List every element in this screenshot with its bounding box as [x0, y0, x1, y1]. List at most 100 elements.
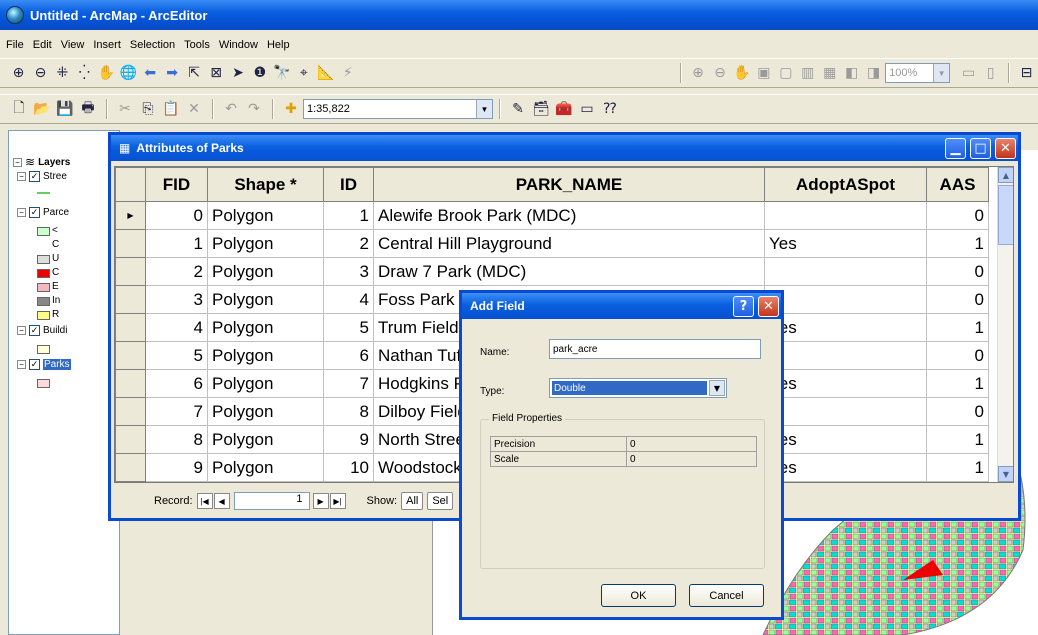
previous-record-icon[interactable]: ◀	[213, 493, 230, 509]
field-name-input[interactable]: park_acre	[549, 339, 761, 359]
cell-fid[interactable]: 8	[145, 425, 208, 454]
precision-value-input[interactable]: 0	[626, 436, 757, 452]
row-selector[interactable]	[115, 369, 146, 398]
cell-shape[interactable]: Polygon	[207, 453, 324, 482]
chevron-down-icon[interactable]: ▼	[476, 100, 492, 118]
row-selector[interactable]	[115, 453, 146, 482]
toc-layer-buildings[interactable]: − ✓ Buildi	[17, 325, 67, 336]
show-all-button[interactable]: All	[401, 492, 424, 510]
layout-zoom-in-icon[interactable]: ⊕	[688, 62, 709, 84]
menu-view[interactable]: View	[61, 39, 85, 51]
menu-tools[interactable]: Tools	[184, 39, 210, 51]
scroll-up-icon[interactable]: ▲	[998, 167, 1013, 183]
cell-fid[interactable]: 3	[145, 285, 208, 314]
fixed-zoom-in-icon[interactable]: ⁜	[52, 62, 73, 84]
collapse-icon[interactable]: −	[17, 326, 26, 335]
toc-layer-parcels[interactable]: − ✓ Parce	[17, 207, 69, 218]
cell-fid[interactable]: 5	[145, 341, 208, 370]
cut-icon[interactable]: ✂	[114, 98, 136, 120]
cell-aas[interactable]: 1	[926, 369, 989, 398]
vertical-scrollbar[interactable]: ▲ ▼	[997, 167, 1013, 482]
cell-adoptaspot[interactable]: Yes	[764, 425, 927, 454]
column-header-aas[interactable]: AAS	[926, 167, 989, 202]
cell-id[interactable]: 4	[323, 285, 374, 314]
cell-shape[interactable]: Polygon	[207, 257, 324, 286]
cell-adoptaspot[interactable]: Yes	[764, 229, 927, 258]
arctoolbox-icon[interactable]: 🧰	[553, 98, 575, 120]
column-header-fid[interactable]: FID	[145, 167, 208, 202]
collapse-icon[interactable]: −	[17, 172, 26, 181]
close-button[interactable]: ✕	[995, 138, 1016, 159]
column-header-park-name[interactable]: PARK_NAME	[373, 167, 765, 202]
cell-fid[interactable]: 1	[145, 229, 208, 258]
cell-shape[interactable]: Polygon	[207, 201, 324, 230]
fixed-layout-zoom-out-icon[interactable]: ▦	[819, 62, 840, 84]
scroll-down-icon[interactable]: ▼	[998, 466, 1013, 482]
menu-window[interactable]: Window	[219, 39, 258, 51]
find-icon[interactable]: 🔭	[271, 62, 292, 84]
cell-id[interactable]: 1	[323, 201, 374, 230]
zoom-whole-page-icon[interactable]: ▣	[753, 62, 774, 84]
cell-id[interactable]: 8	[323, 397, 374, 426]
layer-visibility-checkbox[interactable]: ✓	[29, 171, 40, 182]
cell-aas[interactable]: 0	[926, 201, 989, 230]
menu-help[interactable]: Help	[267, 39, 290, 51]
column-header-adoptaspot[interactable]: AdoptASpot	[764, 167, 927, 202]
menu-edit[interactable]: Edit	[33, 39, 52, 51]
zoom-100-icon[interactable]: ▢	[775, 62, 796, 84]
app-titlebar[interactable]: Untitled - ArcMap - ArcEditor	[0, 0, 1038, 30]
cell-aas[interactable]: 0	[926, 257, 989, 286]
table-row[interactable]: 1 Polygon 2 Central Hill Playground Yes 1	[115, 229, 989, 258]
pan-icon[interactable]: ✋	[96, 62, 117, 84]
hyperlink-icon[interactable]: ⚡	[337, 62, 358, 84]
cell-adoptaspot[interactable]	[764, 285, 927, 314]
column-header-id[interactable]: ID	[323, 167, 374, 202]
toc-layers-row[interactable]: − ≋ Layers	[13, 155, 70, 169]
cell-shape[interactable]: Polygon	[207, 425, 324, 454]
cell-aas[interactable]: 1	[926, 425, 989, 454]
zoom-percent-combo[interactable]: 100% ▼	[885, 63, 951, 83]
forward-icon[interactable]: ➡	[162, 62, 183, 84]
table-row[interactable]: ▶ 0 Polygon 1 Alewife Brook Park (MDC) 0	[115, 201, 989, 230]
cell-park-name[interactable]: Draw 7 Park (MDC)	[373, 257, 765, 286]
delete-icon[interactable]: ✕	[183, 98, 205, 120]
layer-visibility-checkbox[interactable]: ✓	[29, 207, 40, 218]
first-record-icon[interactable]: |◀	[196, 493, 213, 509]
toggle-draft-mode-icon[interactable]: ▭	[958, 62, 979, 84]
cell-shape[interactable]: Polygon	[207, 341, 324, 370]
table-row[interactable]: 2 Polygon 3 Draw 7 Park (MDC) 0	[115, 257, 989, 286]
map-scale-combo[interactable]: 1:35,822 ▼	[303, 99, 493, 119]
cell-adoptaspot[interactable]: Yes	[764, 369, 927, 398]
save-icon[interactable]: 💾	[54, 98, 76, 120]
ok-button[interactable]: OK	[601, 584, 676, 607]
row-selector[interactable]	[115, 313, 146, 342]
layer-visibility-checkbox[interactable]: ✓	[29, 359, 40, 370]
focus-data-frame-icon[interactable]: ▯	[980, 62, 1001, 84]
layout-back-icon[interactable]: ◧	[841, 62, 862, 84]
cell-id[interactable]: 6	[323, 341, 374, 370]
select-elements-icon[interactable]: ➤	[228, 62, 249, 84]
show-selected-button[interactable]: Sel	[427, 492, 454, 510]
menu-selection[interactable]: Selection	[130, 39, 175, 51]
current-record-indicator[interactable]: ▶	[115, 201, 146, 230]
cell-shape[interactable]: Polygon	[207, 369, 324, 398]
cell-id[interactable]: 2	[323, 229, 374, 258]
toc-layer-streets[interactable]: − ✓ Stree	[17, 171, 67, 182]
scale-value-input[interactable]: 0	[626, 451, 757, 467]
collapse-icon[interactable]: −	[17, 360, 26, 369]
help-button[interactable]: ?	[733, 296, 754, 317]
cell-id[interactable]: 5	[323, 313, 374, 342]
next-record-icon[interactable]: ▶	[312, 493, 329, 509]
fixed-zoom-out-icon[interactable]: ⁛	[74, 62, 95, 84]
cell-fid[interactable]: 4	[145, 313, 208, 342]
cell-aas[interactable]: 0	[926, 285, 989, 314]
zoom-in-icon[interactable]: ⊕	[8, 62, 29, 84]
identify-icon[interactable]: ❶	[249, 62, 270, 84]
close-button[interactable]: ✕	[758, 296, 779, 317]
measure-icon[interactable]: 📐	[315, 62, 336, 84]
cell-adoptaspot[interactable]	[764, 201, 927, 230]
clear-selection-icon[interactable]: ⊠	[206, 62, 227, 84]
cell-fid[interactable]: 9	[145, 453, 208, 482]
row-selector[interactable]	[115, 397, 146, 426]
collapse-icon[interactable]: −	[17, 208, 26, 217]
